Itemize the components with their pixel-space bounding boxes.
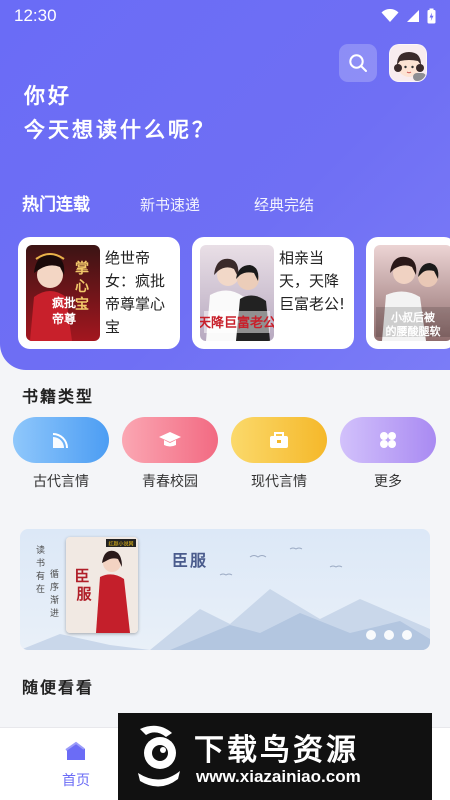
category-label: 青春校园 bbox=[142, 474, 198, 490]
svg-text:红颜小说网: 红颜小说网 bbox=[108, 541, 133, 548]
book-cover: 天降巨富老公 bbox=[200, 245, 274, 341]
fan-icon bbox=[52, 433, 68, 449]
svg-text:臣: 臣 bbox=[74, 567, 89, 585]
book-cover: 掌 心 宝 疯批 帝尊 bbox=[26, 245, 100, 341]
category-pill bbox=[13, 417, 109, 463]
bird-logo-icon bbox=[138, 725, 180, 787]
search-icon bbox=[349, 54, 367, 72]
banner-vertical-text-left: 读书有在 bbox=[36, 546, 46, 595]
status-bar: 12:30 bbox=[0, 0, 450, 32]
question-text: 今天想读什么呢？ bbox=[24, 118, 216, 142]
svg-text:小叔后被: 小叔后被 bbox=[390, 310, 436, 324]
category-label: 现代言情 bbox=[251, 474, 307, 490]
book-title: 绝世帝女：疯批帝尊掌心宝 bbox=[105, 249, 166, 336]
banner-title: 臣服 bbox=[172, 551, 209, 570]
battery-icon bbox=[427, 8, 436, 24]
avatar[interactable] bbox=[389, 44, 427, 82]
search-button[interactable] bbox=[339, 44, 377, 82]
category-campus[interactable]: 青春校园 bbox=[122, 417, 218, 491]
category-pill bbox=[231, 417, 327, 463]
nav-home[interactable]: 首页 bbox=[52, 740, 100, 790]
categories-section-title: 书籍类型 bbox=[22, 387, 95, 406]
wifi-icon bbox=[381, 9, 399, 22]
category-modern-romance[interactable]: 现代言情 bbox=[231, 417, 327, 491]
pagination-dot[interactable] bbox=[366, 630, 376, 640]
watermark-text: 下载鸟资源 bbox=[194, 733, 359, 768]
nav-home-label: 首页 bbox=[62, 773, 90, 789]
status-time: 12:30 bbox=[14, 6, 57, 25]
book-cover: 小叔后被 的腰酸腿软 bbox=[374, 245, 450, 341]
category-more[interactable]: 更多 bbox=[340, 417, 436, 491]
book-card[interactable]: 天降巨富老公 相亲当天，天降巨富老公! bbox=[192, 237, 354, 349]
book-card[interactable]: 小叔后被 的腰酸腿软 bbox=[366, 237, 450, 349]
home-icon bbox=[65, 741, 85, 760]
svg-text:掌: 掌 bbox=[75, 260, 89, 277]
svg-text:宝: 宝 bbox=[75, 296, 89, 313]
category-label: 古代言情 bbox=[33, 474, 89, 490]
random-section-title: 随便看看 bbox=[22, 678, 95, 697]
banner-book-cover: 红颜小说网 臣 服 bbox=[66, 537, 138, 633]
category-ancient-romance[interactable]: 古代言情 bbox=[13, 417, 109, 491]
category-pill bbox=[122, 417, 218, 463]
svg-text:心: 心 bbox=[75, 279, 89, 295]
watermark-url: www.xiazainiao.com bbox=[196, 767, 361, 786]
promo-banner[interactable]: 读书有在 循序渐进 红颜小说网 臣 服 臣服 bbox=[20, 529, 430, 650]
tab-classic-completed[interactable]: 经典完结 bbox=[254, 194, 314, 215]
book-title: 相亲当天，天降巨富老公! bbox=[279, 249, 345, 313]
category-pill bbox=[340, 417, 436, 463]
svg-text:天降巨富老公: 天降巨富老公 bbox=[200, 315, 274, 331]
banner-vertical-text-right: 循序渐进 bbox=[50, 570, 60, 619]
book-card[interactable]: 掌 心 宝 疯批 帝尊 绝世帝女：疯批帝尊掌心宝 bbox=[18, 237, 180, 349]
pagination-dot[interactable] bbox=[402, 630, 412, 640]
grid-icon bbox=[380, 432, 396, 448]
greeting-text: 你好 bbox=[24, 84, 72, 108]
tab-hot-serial[interactable]: 热门连载 bbox=[22, 190, 90, 215]
status-icons bbox=[381, 8, 436, 24]
banner-pagination bbox=[366, 630, 412, 640]
graduation-cap-icon bbox=[159, 432, 181, 447]
pagination-dot[interactable] bbox=[384, 630, 394, 640]
signal-icon bbox=[407, 10, 419, 22]
briefcase-icon bbox=[270, 432, 288, 448]
book-tabs: 热门连载 新书速递 经典完结 bbox=[22, 190, 314, 215]
tab-new-books[interactable]: 新书速递 bbox=[140, 194, 200, 215]
category-label: 更多 bbox=[374, 474, 402, 490]
svg-text:的腰酸腿软: 的腰酸腿软 bbox=[386, 324, 442, 338]
svg-text:帝尊: 帝尊 bbox=[52, 311, 76, 326]
svg-text:疯批: 疯批 bbox=[52, 295, 76, 310]
watermark: 下载鸟资源 www.xiazainiao.com bbox=[118, 713, 432, 800]
svg-text:服: 服 bbox=[76, 585, 92, 603]
